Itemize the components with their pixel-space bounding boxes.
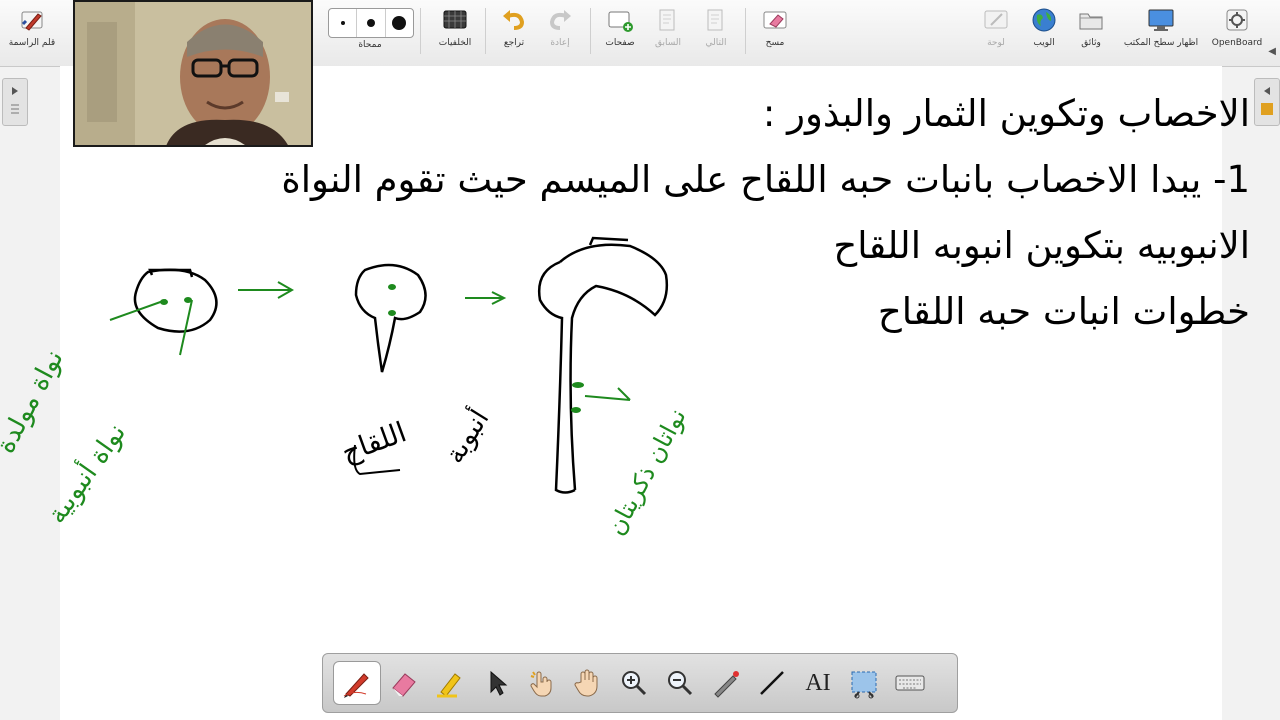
- pen-tool-icon: [343, 673, 369, 698]
- capture-tool-button[interactable]: [841, 662, 887, 704]
- label-pointer-line: [109, 299, 193, 356]
- zoom-in-tool-button[interactable]: [611, 662, 657, 704]
- pan-hand-icon: [574, 669, 598, 697]
- line-tool-button[interactable]: [749, 662, 795, 704]
- interact-hand-icon: [530, 671, 552, 697]
- text-tool-button[interactable]: AI: [795, 662, 841, 704]
- laser-pointer-icon: [714, 671, 739, 698]
- handwritten-label: اللقاح: [337, 415, 411, 469]
- capture-tool-icon: [851, 671, 877, 699]
- virtual-keyboard-icon: [895, 675, 925, 691]
- eraser-tool-button[interactable]: [381, 662, 427, 704]
- germinating-pollen-drawing: [354, 263, 427, 373]
- arrow-icon: [238, 281, 295, 299]
- pan-tool-button[interactable]: [565, 662, 611, 704]
- zoom-out-icon: [668, 671, 693, 696]
- virtual-keyboard-tool-button[interactable]: [887, 662, 933, 704]
- tool-palette: AI: [322, 653, 958, 713]
- select-tool-button[interactable]: [473, 662, 519, 704]
- handwritten-label: نواة مولدة: [0, 345, 70, 458]
- handwritten-label: أنبوبة: [436, 403, 495, 469]
- zoom-out-tool-button[interactable]: [657, 662, 703, 704]
- highlighter-tool-button[interactable]: [427, 662, 473, 704]
- select-arrow-icon: [490, 670, 508, 696]
- nuclei-dots: [388, 284, 396, 316]
- handwritten-label: نواتان ذكريتان: [602, 404, 692, 540]
- line-tool-icon: [760, 671, 784, 695]
- pen-tool-button[interactable]: [333, 661, 381, 705]
- text-tool-icon: AI: [805, 669, 831, 696]
- ink-layer: نواة مولدة نواة أنبوبية أنبوبة اللقاح نو…: [0, 236, 692, 540]
- zoom-in-icon: [622, 671, 647, 696]
- laser-pointer-tool-button[interactable]: [703, 662, 749, 704]
- label-pointer-line: [584, 387, 631, 401]
- arrow-icon: [465, 291, 507, 305]
- handwritten-label: نواة أنبوبية: [39, 416, 133, 529]
- eraser-tool-icon: [392, 673, 416, 697]
- pollen-grain-drawing: [133, 268, 218, 333]
- nuclei-dots: [571, 382, 584, 413]
- highlighter-tool-icon: [437, 673, 461, 698]
- interact-tool-button[interactable]: [519, 662, 565, 704]
